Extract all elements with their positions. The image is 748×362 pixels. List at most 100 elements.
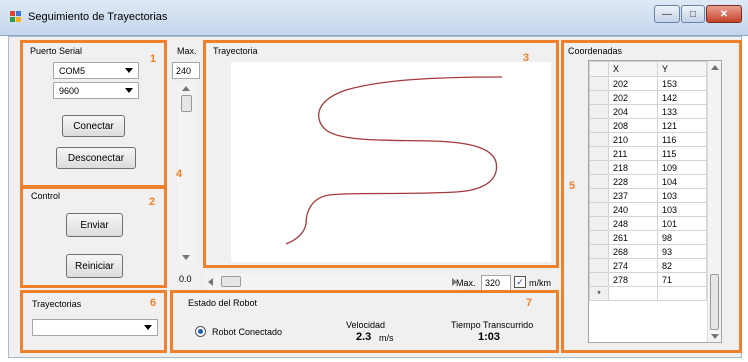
cell-y[interactable]: 82 bbox=[657, 258, 707, 273]
cell-y[interactable]: 142 bbox=[657, 90, 707, 105]
row-header[interactable] bbox=[589, 132, 609, 147]
vertical-max-label: Max. bbox=[177, 46, 197, 56]
table-row[interactable]: 268 93 bbox=[589, 244, 707, 259]
new-row[interactable]: * bbox=[589, 286, 707, 301]
row-header[interactable] bbox=[589, 174, 609, 189]
row-header[interactable] bbox=[589, 76, 609, 91]
row-header[interactable] bbox=[589, 272, 609, 287]
scroll-left-icon[interactable] bbox=[208, 278, 213, 286]
vertical-scroll-thumb[interactable] bbox=[181, 95, 192, 112]
horizontal-scroll-thumb[interactable] bbox=[221, 276, 241, 287]
table-row[interactable]: 228 104 bbox=[589, 174, 707, 189]
cell-y[interactable]: 109 bbox=[657, 160, 707, 175]
close-button[interactable]: ✕ bbox=[706, 5, 742, 23]
cell-x[interactable]: 261 bbox=[608, 230, 658, 245]
baud-rate-value: 9600 bbox=[59, 85, 80, 96]
scroll-down-icon[interactable] bbox=[711, 334, 719, 339]
maximize-button[interactable]: □ bbox=[681, 5, 705, 23]
coordinates-grid[interactable]: X Y 202 153 202 142 204 133 208 121 210 116 211 115… bbox=[588, 60, 722, 343]
cell-y[interactable]: 103 bbox=[657, 188, 707, 203]
checkmark-icon: ✓ bbox=[516, 276, 524, 287]
empty-cell[interactable] bbox=[657, 286, 707, 301]
cell-y[interactable]: 116 bbox=[657, 132, 707, 147]
minimize-button[interactable]: — bbox=[654, 5, 680, 23]
table-row[interactable]: 274 82 bbox=[589, 258, 707, 273]
table-row[interactable]: 218 109 bbox=[589, 160, 707, 175]
table-row[interactable]: 278 71 bbox=[589, 272, 707, 287]
table-row[interactable]: 240 103 bbox=[589, 202, 707, 217]
cell-y[interactable]: 98 bbox=[657, 230, 707, 245]
vertical-min-label: 0.0 bbox=[179, 274, 192, 284]
baud-rate-select[interactable]: 9600 bbox=[53, 82, 139, 99]
cell-x[interactable]: 237 bbox=[608, 188, 658, 203]
cell-x[interactable]: 208 bbox=[608, 118, 658, 133]
com-port-select[interactable]: COM5 bbox=[53, 62, 139, 79]
reset-button[interactable]: Reiniciar bbox=[66, 254, 123, 278]
robot-connected-radio[interactable] bbox=[195, 326, 206, 337]
row-header[interactable] bbox=[589, 146, 609, 161]
table-row[interactable]: 237 103 bbox=[589, 188, 707, 203]
cell-x[interactable]: 211 bbox=[608, 146, 658, 161]
table-row[interactable]: 204 133 bbox=[589, 104, 707, 119]
send-button[interactable]: Enviar bbox=[66, 213, 123, 237]
connect-button[interactable]: Conectar bbox=[62, 115, 125, 137]
scroll-up-icon[interactable] bbox=[182, 86, 190, 91]
grid-scrollbar[interactable] bbox=[707, 61, 721, 342]
row-header[interactable] bbox=[589, 258, 609, 273]
cell-y[interactable]: 93 bbox=[657, 244, 707, 259]
app-icon bbox=[10, 11, 21, 22]
cell-y[interactable]: 104 bbox=[657, 174, 707, 189]
unit-checkbox[interactable]: ✓ bbox=[514, 276, 526, 288]
row-header[interactable] bbox=[589, 104, 609, 119]
table-row[interactable]: 210 116 bbox=[589, 132, 707, 147]
table-row[interactable]: 261 98 bbox=[589, 230, 707, 245]
horizontal-max-input[interactable]: 320 bbox=[481, 275, 511, 291]
row-header[interactable] bbox=[589, 160, 609, 175]
table-row[interactable]: 248 101 bbox=[589, 216, 707, 231]
cell-y[interactable]: 101 bbox=[657, 216, 707, 231]
cell-x[interactable]: 218 bbox=[608, 160, 658, 175]
disconnect-button[interactable]: Desconectar bbox=[56, 147, 136, 169]
row-header[interactable] bbox=[589, 90, 609, 105]
trajectories-label: Trayectorias bbox=[32, 299, 82, 309]
row-header[interactable] bbox=[589, 216, 609, 231]
row-header[interactable] bbox=[589, 118, 609, 133]
maximize-icon: □ bbox=[689, 8, 697, 20]
cell-x[interactable]: 248 bbox=[608, 216, 658, 231]
trajectories-select[interactable] bbox=[32, 319, 158, 336]
cell-y[interactable]: 133 bbox=[657, 104, 707, 119]
control-label: Control bbox=[31, 191, 61, 201]
row-header[interactable] bbox=[589, 188, 609, 203]
coordinates-table: X Y 202 153 202 142 204 133 208 121 210 116 211 115… bbox=[589, 61, 707, 301]
horizontal-scrollbar[interactable] bbox=[205, 274, 460, 290]
table-row[interactable]: 202 153 bbox=[589, 76, 707, 91]
cell-y[interactable]: 121 bbox=[657, 118, 707, 133]
cell-x[interactable]: 228 bbox=[608, 174, 658, 189]
scroll-down-icon[interactable] bbox=[182, 255, 190, 260]
row-header[interactable] bbox=[589, 202, 609, 217]
vertical-max-input[interactable]: 240 bbox=[172, 62, 200, 79]
cell-x[interactable]: 268 bbox=[608, 244, 658, 259]
cell-x[interactable]: 204 bbox=[608, 104, 658, 119]
cell-y[interactable]: 103 bbox=[657, 202, 707, 217]
table-row[interactable]: 208 121 bbox=[589, 118, 707, 133]
empty-cell[interactable] bbox=[608, 286, 658, 301]
cell-y[interactable]: 71 bbox=[657, 272, 707, 287]
cell-y[interactable]: 153 bbox=[657, 76, 707, 91]
cell-x[interactable]: 240 bbox=[608, 202, 658, 217]
cell-x[interactable]: 202 bbox=[608, 76, 658, 91]
grid-scroll-thumb[interactable] bbox=[710, 274, 719, 330]
cell-x[interactable]: 202 bbox=[608, 90, 658, 105]
row-header[interactable] bbox=[589, 244, 609, 259]
cell-x[interactable]: 278 bbox=[608, 272, 658, 287]
radio-dot-icon bbox=[198, 329, 203, 334]
cell-y[interactable]: 115 bbox=[657, 146, 707, 161]
cell-x[interactable]: 274 bbox=[608, 258, 658, 273]
column-header-x: X bbox=[608, 61, 658, 77]
cell-x[interactable]: 210 bbox=[608, 132, 658, 147]
table-row[interactable]: 211 115 bbox=[589, 146, 707, 161]
row-header[interactable] bbox=[589, 230, 609, 245]
scroll-up-icon[interactable] bbox=[711, 65, 719, 70]
chevron-down-icon bbox=[144, 325, 152, 330]
table-row[interactable]: 202 142 bbox=[589, 90, 707, 105]
